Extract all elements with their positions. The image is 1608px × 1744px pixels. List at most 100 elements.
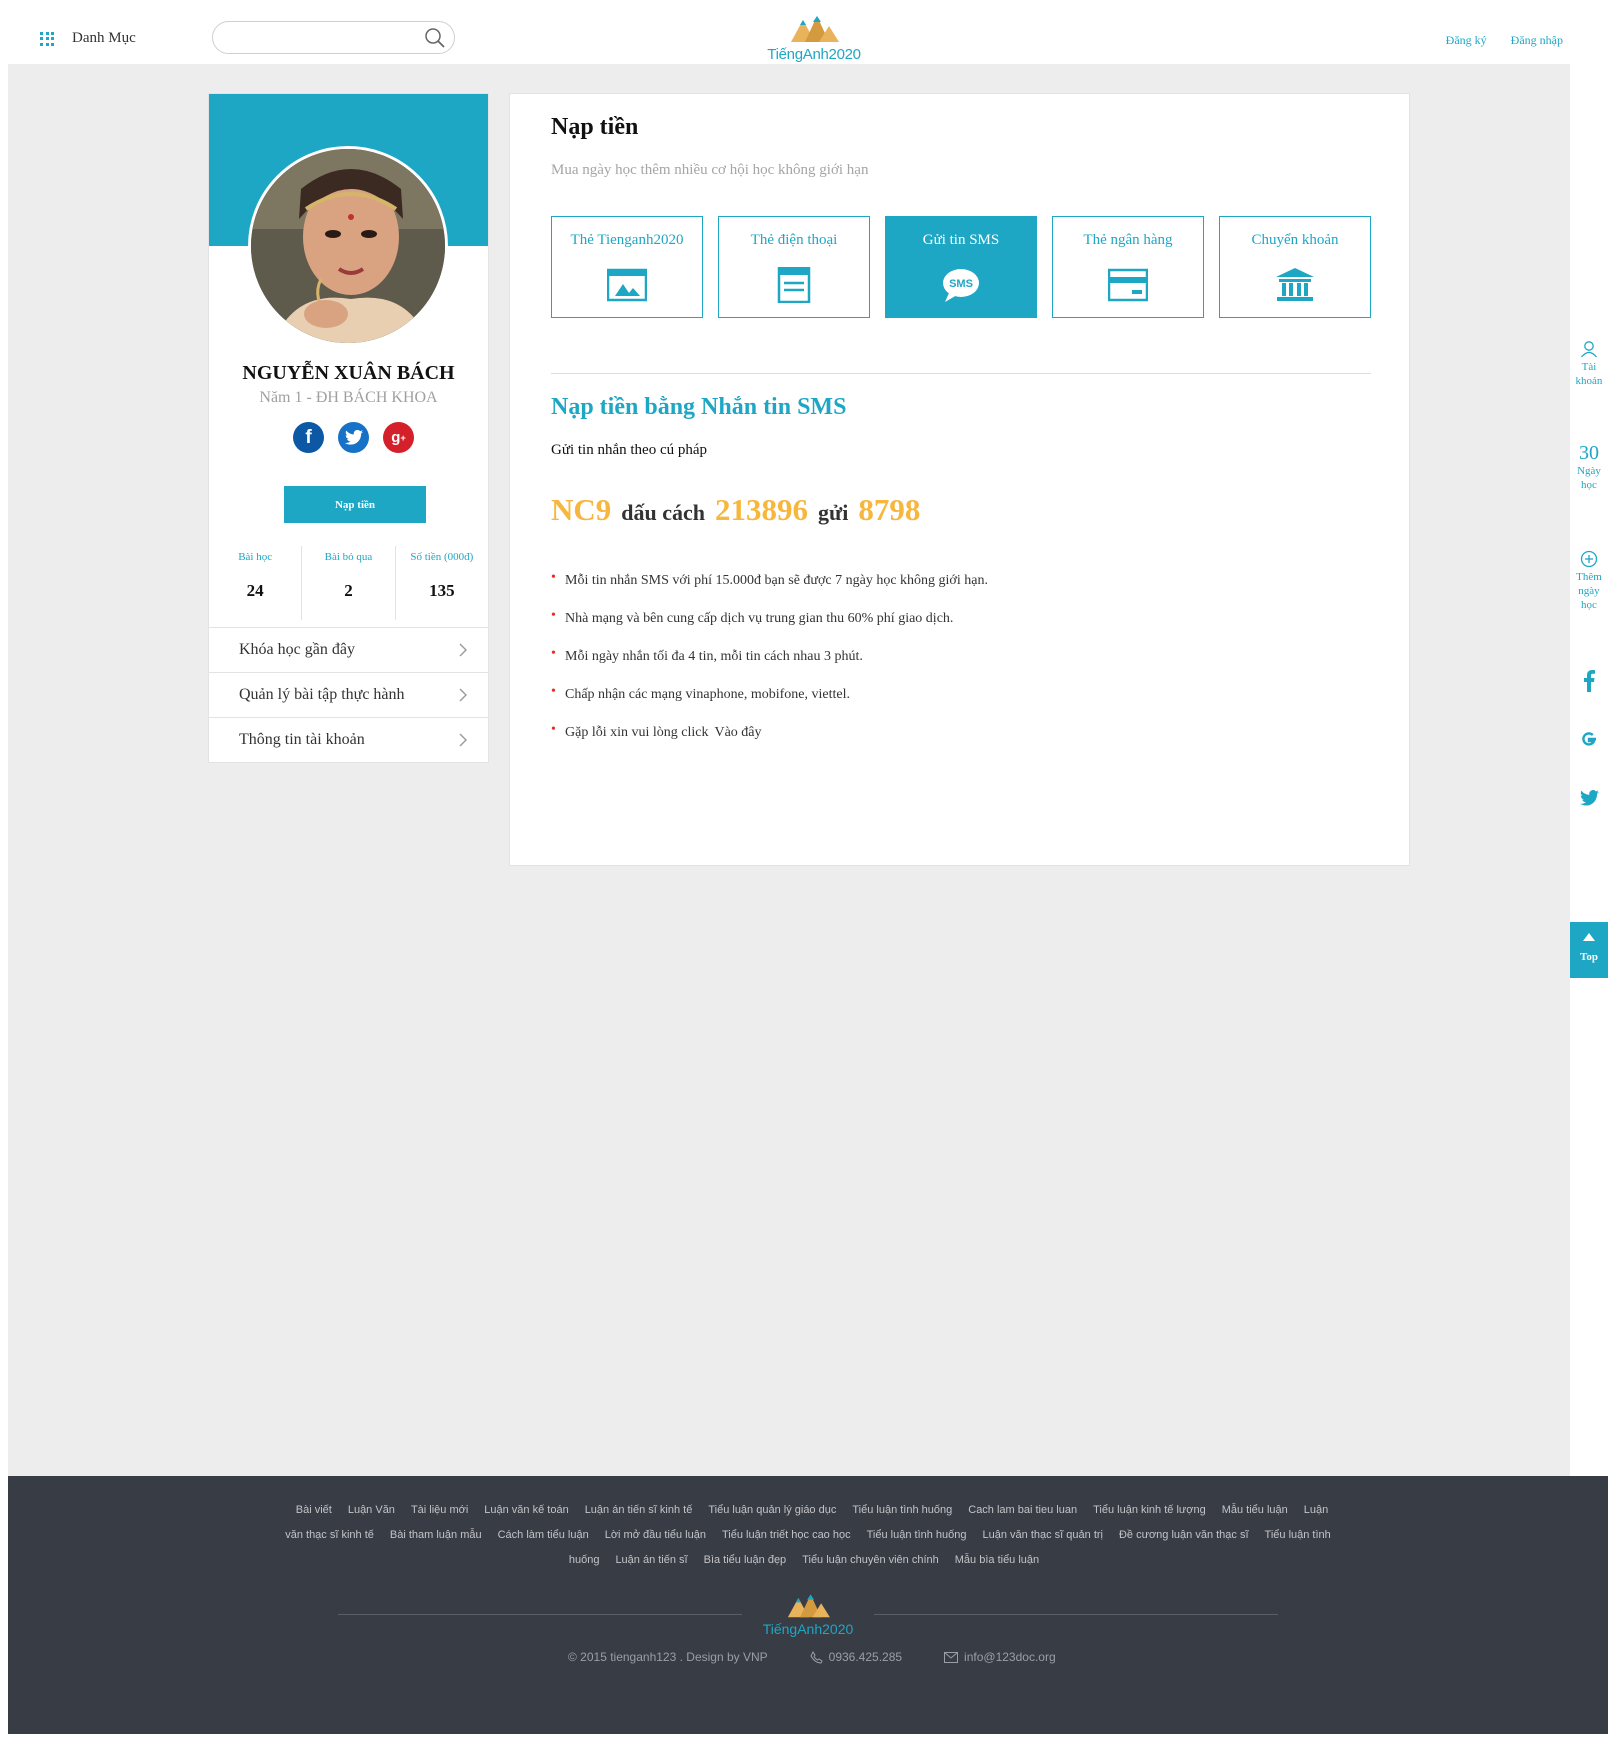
- footer-email-text: info@123doc.org: [964, 1650, 1056, 1664]
- page-subtitle: Mua ngày học thêm nhiều cơ hội học không…: [551, 162, 869, 178]
- error-help-link[interactable]: Vào đây: [714, 725, 761, 740]
- topup-button[interactable]: Nạp tiền: [284, 486, 426, 523]
- footer-email: info@123doc.org: [944, 1650, 1056, 1664]
- method-label: Gửi tin SMS: [922, 232, 1000, 248]
- footer-contact: © 2015 tienganh123 . Design by VNP 0936.…: [568, 1650, 1056, 1664]
- float-days-label: Ngày học: [1577, 465, 1601, 491]
- method-bank-card[interactable]: Thẻ ngân hàng: [1052, 216, 1204, 318]
- avatar: [248, 146, 448, 346]
- search-input[interactable]: [227, 28, 417, 48]
- footer-link[interactable]: Bìa tiểu luận đẹp: [704, 1554, 787, 1566]
- facebook-icon[interactable]: f: [293, 422, 324, 453]
- bottom-strip: [0, 1734, 1608, 1744]
- profile-card: NGUYỄN XUÂN BÁCH Năm 1 - ĐH BÁCH KHOA f …: [208, 93, 489, 763]
- footer-link[interactable]: Luận văn kế toán: [484, 1504, 568, 1516]
- footer-link[interactable]: Bài viết: [296, 1504, 332, 1516]
- list-item: Chấp nhận các mạng vinaphone, mobifone, …: [551, 682, 1371, 723]
- chevron-right-icon: [459, 688, 467, 702]
- site-logo[interactable]: TiếngAnh2020: [762, 12, 866, 64]
- footer-link[interactable]: Tiểu luận kinh tế lượng: [1093, 1504, 1206, 1516]
- float-account[interactable]: Tài khoản: [1570, 340, 1608, 388]
- method-label: Thẻ điện thoại: [750, 232, 838, 248]
- profile-menu-label: Khóa học gần đây: [239, 641, 355, 658]
- method-tienganh-card[interactable]: Thẻ Tienganh2020: [551, 216, 703, 318]
- method-sms[interactable]: Gửi tin SMS SMS: [885, 216, 1037, 318]
- sms-word-send: gửi: [818, 500, 849, 525]
- profile-menu-label: Thông tin tài khoản: [239, 731, 365, 748]
- float-add-days-label: Thêm ngày học: [1576, 571, 1602, 611]
- footer-link[interactable]: Luận án tiến sĩ kinh tế: [585, 1504, 693, 1516]
- register-link[interactable]: Đăng ký: [1446, 33, 1487, 48]
- footer-logo-text: TiếngAnh2020: [762, 1621, 854, 1637]
- avatar-image: [251, 149, 445, 343]
- footer-link[interactable]: Tiểu luận triết học cao học: [722, 1529, 851, 1541]
- footer-link[interactable]: Tiểu luận quản lý giáo dục: [708, 1504, 836, 1516]
- footer-copyright: © 2015 tienganh123 . Design by VNP: [568, 1650, 768, 1664]
- mountain-logo-icon: [787, 1594, 830, 1618]
- twitter-icon[interactable]: [338, 422, 369, 453]
- profile-subtitle: Năm 1 - ĐH BÁCH KHOA: [259, 389, 438, 406]
- profile-menu: Khóa học gần đây Quản lý bài tập thực hà…: [209, 627, 488, 762]
- twitter-icon: [1579, 790, 1599, 806]
- float-facebook[interactable]: [1570, 670, 1608, 692]
- footer-link[interactable]: Đề cương luận văn thạc sĩ: [1119, 1529, 1249, 1541]
- footer-link[interactable]: Luận văn thạc sĩ quản trị: [983, 1529, 1103, 1541]
- footer-link[interactable]: Tiểu luận tình huống: [867, 1529, 967, 1541]
- footer-link[interactable]: Cách làm tiểu luận: [498, 1529, 589, 1541]
- footer-link[interactable]: Tiểu luận tình huống: [852, 1504, 952, 1516]
- float-google[interactable]: [1570, 730, 1608, 748]
- float-days[interactable]: 30 Ngày học: [1570, 442, 1608, 492]
- float-twitter[interactable]: [1570, 790, 1608, 806]
- search-icon[interactable]: [424, 27, 446, 49]
- caret-up-icon: [1583, 933, 1595, 941]
- card-image-icon: [607, 268, 647, 302]
- footer-phone: 0936.425.285: [810, 1650, 902, 1664]
- method-label: Thẻ ngân hàng: [1083, 232, 1173, 248]
- payment-methods: Thẻ Tienganh2020 Thẻ điện thoại Gửi tin …: [551, 216, 1371, 318]
- section-divider: [551, 373, 1371, 374]
- footer-logo[interactable]: TiếngAnh2020: [756, 1591, 860, 1639]
- section-title: Nạp tiền bằng Nhắn tin SMS: [551, 394, 847, 420]
- profile-menu-account-info[interactable]: Thông tin tài khoản: [209, 717, 488, 762]
- footer-link[interactable]: Tiểu luận chuyên viên chính: [802, 1554, 939, 1566]
- profile-menu-exercises[interactable]: Quản lý bài tập thực hành: [209, 672, 488, 717]
- back-to-top-button[interactable]: Top: [1570, 922, 1608, 978]
- phone-card-icon: [777, 267, 811, 303]
- phone-icon: [810, 1650, 823, 1664]
- login-link[interactable]: Đăng nhập: [1511, 33, 1563, 48]
- stat-label: Số tiền (000đ): [410, 551, 474, 563]
- method-bank-transfer[interactable]: Chuyển khoản: [1219, 216, 1371, 318]
- list-item: Mỗi ngày nhắn tối đa 4 tin, mỗi tin cách…: [551, 644, 1371, 685]
- user-icon: [1581, 341, 1597, 358]
- sms-shortcode: 8798: [858, 492, 921, 527]
- chevron-right-icon: [459, 643, 467, 657]
- google-plus-icon[interactable]: g +: [383, 422, 414, 453]
- footer-link[interactable]: Tài liệu mới: [411, 1504, 468, 1516]
- footer-link[interactable]: Luận Văn: [348, 1504, 395, 1516]
- footer-link[interactable]: Lời mở đầu tiểu luận: [605, 1529, 706, 1541]
- float-account-label: Tài khoản: [1575, 361, 1603, 387]
- list-item: Mỗi tin nhắn SMS với phí 15.000đ bạn sẽ …: [551, 568, 1371, 609]
- sms-icon: SMS: [943, 269, 979, 302]
- facebook-icon: [1584, 670, 1595, 692]
- sms-code-prefix: NC9: [551, 492, 612, 527]
- stat-balance: Số tiền (000đ) 135: [396, 546, 488, 620]
- grid-menu-icon: [40, 31, 54, 46]
- stat-skipped: Bài bỏ qua 2: [302, 546, 396, 620]
- page-title: Nạp tiền: [551, 114, 639, 140]
- footer-link[interactable]: Luận án tiến sĩ: [615, 1554, 687, 1566]
- sms-notes: Mỗi tin nhắn SMS với phí 15.000đ bạn sẽ …: [551, 568, 1371, 761]
- profile-menu-recent-courses[interactable]: Khóa học gần đây: [209, 627, 488, 672]
- google-icon: [1582, 732, 1596, 746]
- section-subtitle: Gửi tin nhắn theo cú pháp: [551, 442, 708, 458]
- method-phone-card[interactable]: Thẻ điện thoại: [718, 216, 870, 318]
- back-to-top-label: Top: [1580, 951, 1598, 963]
- footer-link[interactable]: Cach lam bai tieu luan: [968, 1504, 1077, 1516]
- category-menu-button[interactable]: Danh Mục: [40, 30, 136, 47]
- float-add-days[interactable]: Thêm ngày học: [1570, 550, 1608, 612]
- profile-stats: Bài học 24 Bài bỏ qua 2 Số tiền (000đ) 1…: [209, 546, 488, 620]
- footer-link[interactable]: Bài tham luận mẫu: [390, 1529, 482, 1541]
- stat-value: 24: [246, 581, 264, 600]
- footer-link[interactable]: Mẫu bìa tiểu luận: [955, 1554, 1039, 1566]
- footer-link[interactable]: Mẫu tiểu luận: [1222, 1504, 1288, 1516]
